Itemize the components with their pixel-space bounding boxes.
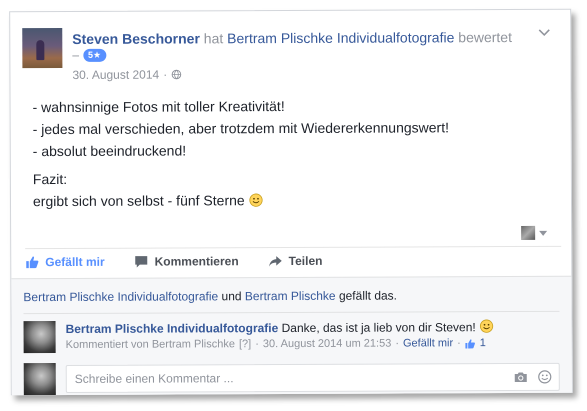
emoji-icon[interactable] xyxy=(538,370,552,384)
comment-button[interactable]: Kommentieren xyxy=(135,254,239,268)
share-button[interactable]: Teilen xyxy=(269,253,323,268)
thumbs-up-icon xyxy=(465,339,476,349)
comment-timestamp[interactable]: 30. August 2014 um 21:53 xyxy=(263,337,392,353)
smiley-icon xyxy=(248,193,263,207)
commented-by: Kommentiert von Bertram Plischke xyxy=(65,338,235,351)
reply-icons xyxy=(514,370,552,384)
comment-text: Danke, das ist ja lieb von dir Steven! xyxy=(281,320,476,336)
comment-input[interactable] xyxy=(65,362,560,393)
comment-like-link[interactable]: Gefällt mir xyxy=(403,336,453,351)
likes-and: und xyxy=(221,289,242,304)
comment-meta: Kommentiert von Bertram Plischke [?] · 3… xyxy=(66,336,486,353)
thumbs-up-icon xyxy=(26,256,39,268)
reply-composer xyxy=(23,361,560,396)
verb-rated: bewertet xyxy=(458,29,513,46)
post-meta: 30. August 2014 · xyxy=(72,67,181,82)
action-bar: Gefällt mir Kommentieren Teilen xyxy=(25,245,562,275)
post-date-link[interactable]: 30. August 2014 xyxy=(72,68,159,82)
like-button[interactable]: Gefällt mir xyxy=(25,254,105,269)
header-line: Steven Beschorner hat Bertram Plischke I… xyxy=(72,28,512,48)
comment-item: Bertram Plischke Individualfotografie Da… xyxy=(23,319,560,357)
star-rating-badge: 5★ xyxy=(83,48,107,62)
liker-2-link[interactable]: Bertram Plischke xyxy=(245,289,336,303)
commenter-avatar[interactable] xyxy=(23,321,56,354)
meta-separator: · xyxy=(163,67,168,82)
likes-summary: Bertram Plischke Individualfotografie un… xyxy=(23,288,397,306)
author-avatar[interactable] xyxy=(22,27,63,69)
comment-icon xyxy=(135,255,148,267)
divider xyxy=(23,310,560,315)
meta-dot: · xyxy=(457,337,461,350)
caret-down-icon xyxy=(539,230,548,236)
fazit-text: ergibt sich von selbst - fünf Sterne xyxy=(32,192,245,210)
likes-suffix: gefällt das. xyxy=(338,288,398,303)
comment-author-link[interactable]: Bertram Plischke Individualfotografie xyxy=(66,321,279,336)
comment-label: Kommentieren xyxy=(154,253,239,269)
comment-like-count[interactable]: 1 xyxy=(480,336,486,351)
post-header: Steven Beschorner hat Bertram Plischke I… xyxy=(22,22,552,69)
smiley-icon xyxy=(479,319,493,333)
post-line-3: - absolut beeindruckend! xyxy=(32,142,187,160)
feedback-area: Bertram Plischke Individualfotografie un… xyxy=(11,275,572,396)
verb-has: hat xyxy=(203,30,224,47)
audience-avatar xyxy=(521,225,536,240)
chevron-down-icon[interactable] xyxy=(536,24,552,40)
viewer-avatar xyxy=(23,363,56,396)
comment-body: Bertram Plischke Individualfotografie Da… xyxy=(66,319,494,337)
rating-line: – 5★ xyxy=(72,47,107,62)
post-line-1: - wahnsinnige Fotos mit toller Kreativit… xyxy=(32,98,285,116)
camera-icon[interactable] xyxy=(514,370,528,384)
share-arrow-icon xyxy=(269,255,283,267)
review-post-card: Steven Beschorner hat Bertram Plischke I… xyxy=(9,8,573,396)
author-name-link[interactable]: Steven Beschorner xyxy=(72,30,200,47)
globe-icon[interactable] xyxy=(171,69,181,80)
meta-dot: · xyxy=(395,337,400,350)
page-name-link[interactable]: Bertram Plischke Individualfotografie xyxy=(227,29,454,46)
like-label: Gefällt mir xyxy=(45,254,105,269)
fazit-line: ergibt sich von selbst - fünf Sterne xyxy=(33,188,449,212)
audience-selector[interactable] xyxy=(521,225,548,240)
help-link[interactable]: [?] xyxy=(239,337,251,352)
fazit-label: Fazit: xyxy=(32,170,68,188)
post-text: - wahnsinnige Fotos mit toller Kreativit… xyxy=(33,94,450,212)
rating-dash: – xyxy=(72,47,80,62)
meta-dot: · xyxy=(255,338,259,351)
share-label: Teilen xyxy=(288,253,323,268)
post-line-2: - jedes mal verschieden, aber trotzdem m… xyxy=(32,119,450,138)
liker-1-link[interactable]: Bertram Plischke Individualfotografie xyxy=(23,289,218,304)
